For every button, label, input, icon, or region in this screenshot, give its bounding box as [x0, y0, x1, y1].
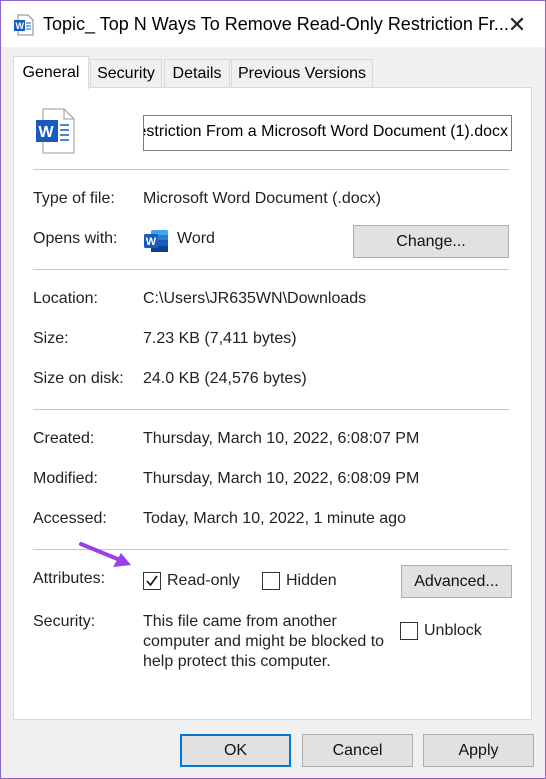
unblock-checkbox[interactable]: [400, 622, 418, 640]
divider: [33, 409, 509, 410]
modified-value: Thursday, March 10, 2022, 6:08:09 PM: [143, 470, 420, 487]
svg-text:W: W: [16, 21, 25, 31]
word-document-icon: W: [35, 108, 75, 154]
tab-security[interactable]: Security: [90, 59, 162, 87]
tab-general[interactable]: General: [13, 56, 89, 89]
properties-dialog: W Topic_ Top N Ways To Remove Read-Only …: [0, 0, 546, 779]
type-of-file-value: Microsoft Word Document (.docx): [143, 190, 381, 207]
tab-previous-versions[interactable]: Previous Versions: [231, 59, 373, 87]
size-on-disk-value: 24.0 KB (24,576 bytes): [143, 370, 307, 387]
filename-text: Restriction From a Microsoft Word Docume…: [143, 123, 508, 140]
annotation-arrow-icon: [77, 539, 135, 569]
readonly-checkbox[interactable]: [143, 572, 161, 590]
location-label: Location:: [33, 290, 98, 307]
change-button[interactable]: Change...: [353, 225, 509, 258]
security-message-line-1: This file came from another: [143, 613, 337, 630]
size-label: Size:: [33, 330, 69, 347]
advanced-button[interactable]: Advanced...: [401, 565, 512, 598]
opens-with-value: Word: [177, 230, 215, 247]
apply-button[interactable]: Apply: [423, 734, 534, 767]
hidden-label[interactable]: Hidden: [286, 572, 337, 590]
divider: [33, 269, 509, 270]
checkmark-icon: [146, 575, 158, 587]
cancel-button[interactable]: Cancel: [302, 734, 413, 767]
modified-label: Modified:: [33, 470, 98, 487]
hidden-checkbox[interactable]: [262, 572, 280, 590]
size-value: 7.23 KB (7,411 bytes): [143, 330, 297, 347]
accessed-label: Accessed:: [33, 510, 107, 527]
close-button[interactable]: ✕: [497, 9, 537, 41]
word-app-icon: W: [143, 229, 169, 253]
divider: [33, 169, 509, 170]
accessed-value: Today, March 10, 2022, 1 minute ago: [143, 510, 406, 527]
attributes-label: Attributes:: [33, 570, 106, 587]
word-doc-icon: W: [14, 14, 34, 36]
size-on-disk-label: Size on disk:: [33, 370, 124, 387]
created-value: Thursday, March 10, 2022, 6:08:07 PM: [143, 430, 420, 447]
title-bar[interactable]: W Topic_ Top N Ways To Remove Read-Only …: [1, 1, 545, 47]
svg-text:W: W: [146, 236, 157, 248]
security-message-line-3: help protect this computer.: [143, 653, 331, 670]
created-label: Created:: [33, 430, 95, 447]
filename-input[interactable]: Restriction From a Microsoft Word Docume…: [143, 115, 512, 151]
unblock-label[interactable]: Unblock: [424, 622, 482, 640]
readonly-label[interactable]: Read-only: [167, 572, 240, 590]
location-value: C:\Users\JR635WN\Downloads: [143, 290, 367, 307]
tab-details[interactable]: Details: [164, 59, 230, 87]
security-message-line-2: computer and might be blocked to: [143, 633, 385, 650]
opens-with-label: Opens with:: [33, 230, 118, 247]
window-title: Topic_ Top N Ways To Remove Read-Only Re…: [43, 14, 509, 34]
svg-text:W: W: [39, 124, 55, 141]
ok-button[interactable]: OK: [180, 734, 291, 767]
security-label: Security:: [33, 613, 96, 630]
close-icon: ✕: [507, 12, 527, 37]
type-of-file-label: Type of file:: [33, 190, 115, 207]
